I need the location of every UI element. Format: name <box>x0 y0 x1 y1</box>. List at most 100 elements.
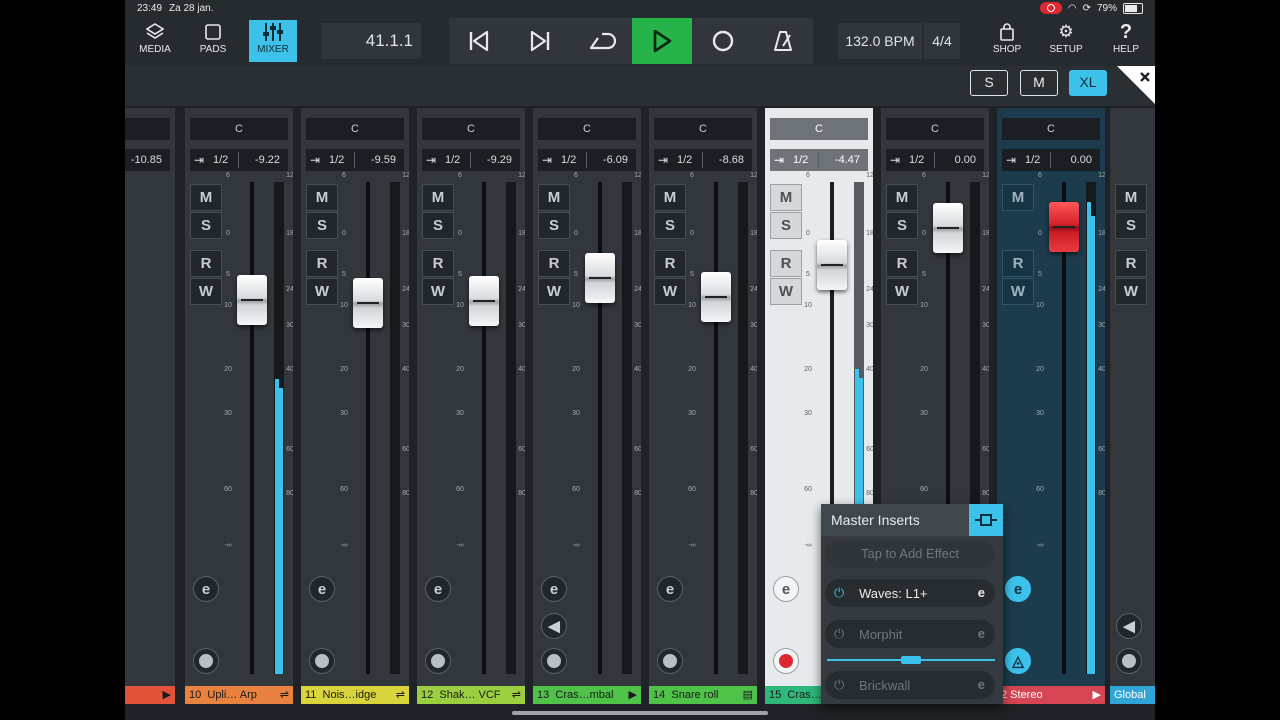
size-xl-button[interactable]: XL <box>1069 70 1107 96</box>
read-automation-button[interactable]: R <box>770 250 802 277</box>
write-automation-button[interactable]: W <box>422 278 454 305</box>
record-arm-button[interactable] <box>309 648 335 674</box>
record-button[interactable] <box>693 18 753 64</box>
mute-button[interactable]: M <box>190 184 222 211</box>
write-automation-button[interactable]: W <box>770 278 802 305</box>
shop-button[interactable]: SHOP <box>983 20 1031 62</box>
edit-channel-button[interactable]: e <box>541 576 567 602</box>
mute-button[interactable]: M <box>1002 184 1034 211</box>
tempo-display[interactable]: 132.0 BPM <box>838 23 922 59</box>
pan-control[interactable]: C <box>422 118 520 140</box>
record-arm-button[interactable] <box>541 648 567 674</box>
read-automation-button[interactable]: R <box>190 250 222 277</box>
pan-control[interactable]: C <box>654 118 752 140</box>
media-button[interactable]: MEDIA <box>131 20 179 62</box>
output-routing[interactable]: ⇥ 1/2 0.00 <box>886 149 984 171</box>
pan-control[interactable]: C <box>190 118 288 140</box>
channel-name-label[interactable]: Global <box>1110 686 1155 704</box>
edit-channel-button[interactable]: e <box>773 576 799 602</box>
mute-button[interactable]: M <box>306 184 338 211</box>
position-display[interactable]: 41.1.1 <box>321 23 421 59</box>
record-arm-button[interactable] <box>193 648 219 674</box>
inserts-settings-button[interactable] <box>969 504 1003 536</box>
record-arm-button[interactable] <box>657 648 683 674</box>
pan-control[interactable]: C <box>306 118 404 140</box>
write-automation-button[interactable]: W <box>886 278 918 305</box>
output-routing[interactable]: ⇥ 1/2 -9.22 <box>190 149 288 171</box>
volume-fader[interactable] <box>585 253 615 303</box>
edit-channel-button[interactable]: e <box>425 576 451 602</box>
solo-button[interactable]: S <box>886 212 918 239</box>
close-mixer-icon[interactable] <box>1117 66 1155 104</box>
read-automation-button[interactable]: R <box>1115 250 1147 277</box>
mute-button[interactable]: M <box>886 184 918 211</box>
fader-track[interactable] <box>366 182 370 674</box>
mute-button[interactable]: M <box>654 184 686 211</box>
volume-fader[interactable] <box>237 275 267 325</box>
pan-control[interactable]: C <box>770 118 868 140</box>
speaker-button[interactable]: ◀ <box>541 613 567 639</box>
add-effect-slot[interactable]: Tap to Add Effect <box>825 540 995 568</box>
write-automation-button[interactable]: W <box>1115 278 1147 305</box>
go-to-end-button[interactable] <box>510 18 570 64</box>
pads-button[interactable]: PADS <box>189 20 237 62</box>
solo-button[interactable]: S <box>422 212 454 239</box>
solo-button[interactable]: S <box>654 212 686 239</box>
volume-fader[interactable] <box>701 272 731 322</box>
record-arm-button[interactable] <box>773 648 799 674</box>
record-arm-button[interactable] <box>425 648 451 674</box>
volume-fader[interactable] <box>817 240 847 290</box>
fader-track[interactable] <box>714 182 718 674</box>
edit-channel-button[interactable]: e <box>1005 576 1031 602</box>
volume-fader[interactable] <box>469 276 499 326</box>
edit-icon[interactable]: e <box>978 626 985 641</box>
volume-fader[interactable] <box>353 278 383 328</box>
read-automation-button[interactable]: R <box>886 250 918 277</box>
edit-channel-button[interactable]: e <box>309 576 335 602</box>
channel-name-label[interactable]: …oop▶ <box>125 686 175 704</box>
mute-button[interactable]: M <box>770 184 802 211</box>
write-automation-button[interactable]: W <box>1002 278 1034 305</box>
read-automation-button[interactable]: R <box>306 250 338 277</box>
read-automation-button[interactable]: R <box>422 250 454 277</box>
output-routing[interactable]: ⇥ 1/2 -6.09 <box>538 149 636 171</box>
mute-button[interactable]: M <box>1115 184 1147 211</box>
play-button[interactable] <box>632 18 692 64</box>
solo-button[interactable]: S <box>538 212 570 239</box>
channel-name-label[interactable]: 12 Shak… VCF ⇌ <box>417 686 525 704</box>
pan-control[interactable]: C <box>886 118 984 140</box>
insert-slot-2[interactable]: ⏻ Morphit e <box>825 620 995 648</box>
metronome-button[interactable] <box>753 18 813 64</box>
output-routing[interactable]: ⇥-10.85 <box>125 149 170 171</box>
write-automation-button[interactable]: W <box>654 278 686 305</box>
solo-button[interactable]: S <box>1115 212 1147 239</box>
write-automation-button[interactable]: W <box>538 278 570 305</box>
record-arm-button[interactable] <box>1116 648 1142 674</box>
solo-button[interactable]: S <box>306 212 338 239</box>
solo-button[interactable]: S <box>190 212 222 239</box>
channel-name-label[interactable]: 14 Snare roll ▤ <box>649 686 757 704</box>
help-button[interactable]: ? HELP <box>1102 20 1150 62</box>
write-automation-button[interactable]: W <box>190 278 222 305</box>
volume-fader[interactable] <box>1049 202 1079 252</box>
mixer-button[interactable]: MIXER <box>249 20 297 62</box>
size-m-button[interactable]: M <box>1020 70 1058 96</box>
edit-icon[interactable]: e <box>978 585 985 600</box>
channel-name-label[interactable]: 13 Cras…mbal ▶ <box>533 686 641 704</box>
output-routing[interactable]: ⇥ 1/2 -9.59 <box>306 149 404 171</box>
pan-control[interactable]: C <box>538 118 636 140</box>
go-to-start-button[interactable] <box>449 18 509 64</box>
channel-name-label[interactable]: 2 Stereo ▶ <box>997 686 1105 704</box>
edit-channel-button[interactable]: e <box>193 576 219 602</box>
pan-control[interactable]: C <box>1002 118 1100 140</box>
time-signature-display[interactable]: 4/4 <box>924 23 960 59</box>
pan-control[interactable] <box>125 118 170 140</box>
read-automation-button[interactable]: R <box>1002 250 1034 277</box>
write-automation-button[interactable]: W <box>306 278 338 305</box>
solo-button[interactable]: S <box>770 212 802 239</box>
output-routing[interactable]: ⇥ 1/2 0.00 <box>1002 149 1100 171</box>
mute-button[interactable]: M <box>538 184 570 211</box>
speaker-button[interactable]: ◀ <box>1116 613 1142 639</box>
setup-button[interactable]: ⚙ SETUP <box>1042 20 1090 62</box>
cycle-button[interactable] <box>571 18 631 64</box>
